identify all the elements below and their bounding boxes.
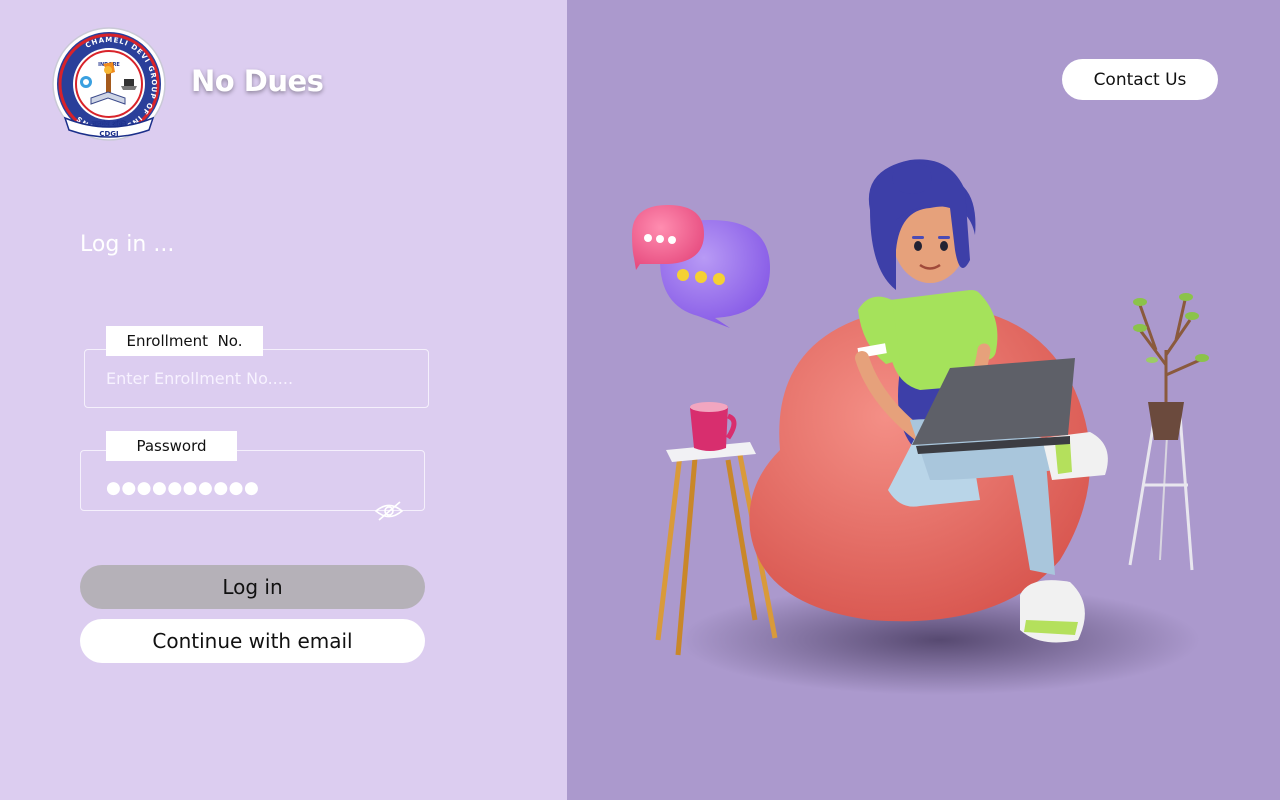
chat-bubbles-icon [632,205,770,328]
enrollment-input[interactable] [96,364,436,392]
login-panel: CHAMELI DEVI GROUP OF INSTITUTIONS INDOR… [0,0,567,800]
continue-with-email-button[interactable]: Continue with email [80,619,425,663]
password-label: Password [106,431,237,461]
logo-motto: ज्ञानमेव शक्ति [92,119,128,128]
institution-logo: CHAMELI DEVI GROUP OF INSTITUTIONS INDOR… [52,27,166,141]
login-heading: Log in ... [80,232,175,257]
eye-off-icon[interactable] [373,498,405,524]
password-input[interactable]: ●●●●●●●●●● [106,478,259,498]
login-button[interactable]: Log in [80,565,425,609]
app-title: No Dues [191,64,324,98]
logo-abbrev: CDGI [99,130,118,138]
enrollment-label: Enrollment No. [106,326,263,356]
plant-stand [1128,293,1209,571]
contact-us-button[interactable]: Contact Us [1062,59,1218,100]
girl-with-laptop-illustration [632,159,1209,695]
